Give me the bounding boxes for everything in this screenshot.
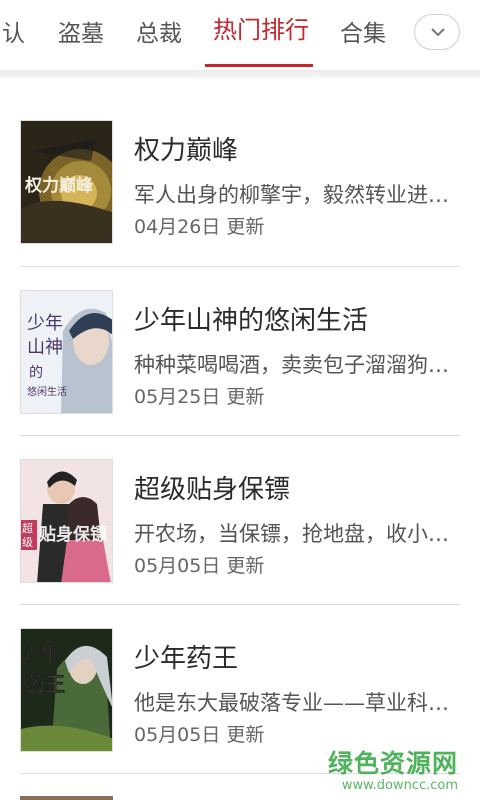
svg-text:贴身保镖: 贴身保镖	[39, 524, 107, 545]
book-item[interactable]: 少年 山神 的 悠闲生活 少年山神的悠闲生活 种种菜喝喝酒，卖卖包子溜溜狗。… …	[0, 247, 480, 436]
book-title: 少年药王	[134, 644, 239, 674]
book-description: 种种菜喝喝酒，卖卖包子溜溜狗。…	[134, 353, 454, 377]
tab-collection[interactable]: 合集	[340, 14, 386, 48]
book-cover-image	[20, 796, 113, 800]
book-cover-image: 超 级 贴身保镖	[20, 459, 113, 583]
chevron-down-icon	[431, 28, 445, 37]
book-cover-image: 少年 药王	[20, 628, 113, 752]
tab-bar-shadow	[0, 70, 480, 78]
watermark-text: 绿色资源网	[327, 749, 458, 778]
active-tab-indicator	[205, 64, 313, 67]
book-cover-image: 少年 山神 的 悠闲生活	[20, 290, 113, 414]
book-title: 超级贴身保镖	[134, 475, 291, 505]
book-update-date: 04月26日 更新	[134, 216, 265, 238]
book-description: 军人出身的柳擎宇，毅然转业进入…	[134, 183, 454, 207]
svg-text:悠闲生活: 悠闲生活	[27, 385, 67, 398]
book-title: 权力巅峰	[134, 136, 239, 166]
tab-zongcai[interactable]: 总裁	[136, 14, 182, 48]
book-item[interactable]: 超 级 贴身保镖 超级贴身保镖 开农场，当保镖，抢地盘，收小弟… 05月05日 …	[0, 416, 480, 605]
category-tab-bar: 认 盗墓 总裁 热门排行 合集	[0, 0, 480, 70]
svg-text:级: 级	[22, 536, 33, 549]
book-title: 少年山神的悠闲生活	[134, 306, 369, 336]
book-update-date: 05月05日 更新	[134, 724, 265, 746]
more-categories-button[interactable]	[414, 14, 460, 50]
book-description: 他是东大最破落专业——草业科学的…	[134, 691, 454, 715]
svg-text:超: 超	[22, 521, 33, 535]
watermark-url: www.downcc.com	[341, 778, 458, 793]
svg-text:的: 的	[29, 365, 43, 381]
book-update-date: 05月25日 更新	[134, 386, 265, 408]
book-update-date: 05月05日 更新	[134, 555, 265, 577]
watermark-logo: 绿色资源网 www.downcc.com	[328, 744, 458, 793]
tab-hot-ranking[interactable]: 热门排行	[213, 10, 309, 45]
book-item[interactable]: 权力巅峰 权力巅峰 军人出身的柳擎宇，毅然转业进入… 04月26日 更新	[0, 78, 480, 267]
tab-daomu[interactable]: 盗墓	[58, 14, 104, 48]
svg-text:少年: 少年	[22, 642, 59, 664]
book-cover-image: 权力巅峰	[20, 120, 113, 244]
book-description: 开农场，当保镖，抢地盘，收小弟…	[134, 522, 454, 546]
tab-partial[interactable]: 认	[2, 14, 25, 48]
svg-text:药王: 药王	[25, 672, 65, 696]
svg-text:少年: 少年	[27, 313, 63, 334]
svg-text:山神: 山神	[27, 337, 63, 358]
svg-text:权力巅峰: 权力巅峰	[24, 175, 94, 196]
book-item[interactable]: 少年 药王 少年药王 他是东大最破落专业——草业科学的… 05月05日 更新	[0, 585, 480, 753]
